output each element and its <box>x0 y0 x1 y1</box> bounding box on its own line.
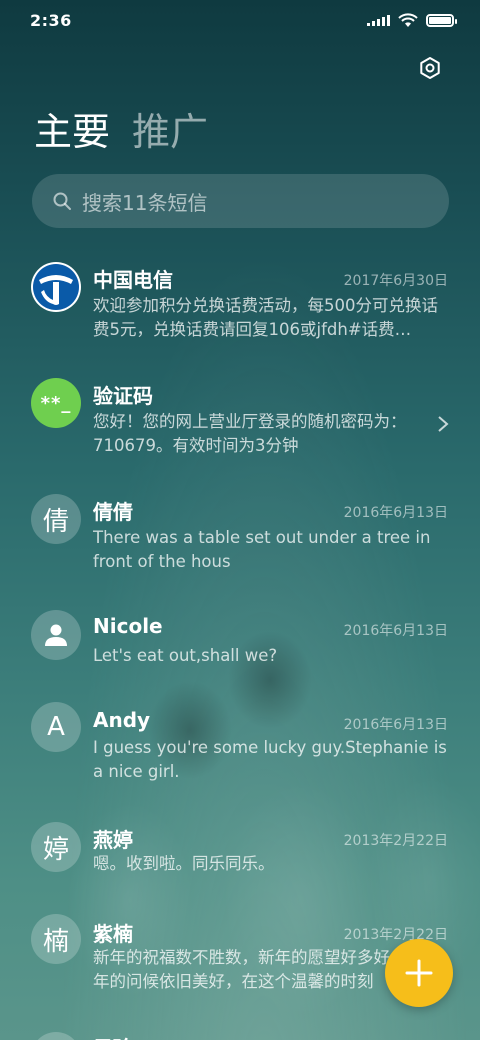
status-time: 2:36 <box>30 10 72 30</box>
message-date: 2013年2月22日 <box>343 833 448 849</box>
contact-name: Nicole <box>93 614 163 638</box>
message-preview: 欢迎参加积分兑换话费活动，每500分可兑换话费5元，兑换话费请回复106或jfd… <box>93 296 438 339</box>
contact-name: Andy <box>93 708 151 732</box>
message-preview: There was a table set out under a tree i… <box>93 528 431 571</box>
contact-avatar: 倩 <box>31 494 81 544</box>
search-icon <box>53 192 71 210</box>
plus-icon <box>405 959 433 987</box>
tab-promotions[interactable]: 推广 <box>132 106 208 158</box>
gear-icon <box>420 57 440 79</box>
message-date: 2016年6月13日 <box>343 623 448 639</box>
avatar-text: 楠 <box>42 926 69 957</box>
message-date: 2016年6月13日 <box>343 505 448 521</box>
contact-name: 中国电信 <box>93 268 173 292</box>
search-bar[interactable]: 搜索11条短信 <box>32 174 449 228</box>
person-icon <box>31 610 81 660</box>
search-placeholder: 搜索11条短信 <box>82 190 208 215</box>
signal-icon <box>367 14 390 26</box>
message-date: 2016年6月13日 <box>343 717 448 733</box>
message-preview: Let's eat out,shall we? <box>93 646 278 665</box>
new-message-button[interactable] <box>385 939 453 1007</box>
contact-avatar: A <box>31 702 81 752</box>
contact-name: 验证码 <box>93 384 153 408</box>
avatar-text: **_ <box>40 392 72 414</box>
contact-avatar: 楠 <box>31 914 81 964</box>
contact-name: 子玲 <box>93 1032 133 1040</box>
contact-name: 燕婷 <box>93 828 133 852</box>
china-telecom-logo-icon <box>31 262 81 312</box>
avatar-text: 婷 <box>42 834 69 865</box>
tab-bar: 主要 推广 <box>34 106 208 158</box>
contact-name: 倩倩 <box>93 500 133 524</box>
wifi-icon <box>398 12 418 27</box>
status-icons <box>367 12 457 28</box>
tab-primary[interactable]: 主要 <box>34 106 110 158</box>
contact-avatar: 婷 <box>31 822 81 872</box>
message-preview: 嗯。收到啦。同乐同乐。 <box>93 854 275 873</box>
settings-button[interactable] <box>416 54 444 82</box>
contact-name: 紫楠 <box>93 922 133 946</box>
message-preview: I guess you're some lucky guy.Stephanie … <box>93 738 447 781</box>
message-date: 2017年6月30日 <box>343 273 448 289</box>
status-bar: 2:36 <box>0 0 480 40</box>
avatar-text: 倩 <box>42 506 69 537</box>
contact-avatar <box>31 1032 81 1040</box>
avatar-text: A <box>47 712 65 742</box>
chevron-right-icon <box>438 416 449 432</box>
battery-icon <box>426 13 457 27</box>
message-preview: 您好！您的网上营业厅登录的随机密码为：710679。有效时间为3分钟 <box>93 412 407 455</box>
verification-code-avatar: **_ <box>31 378 81 428</box>
